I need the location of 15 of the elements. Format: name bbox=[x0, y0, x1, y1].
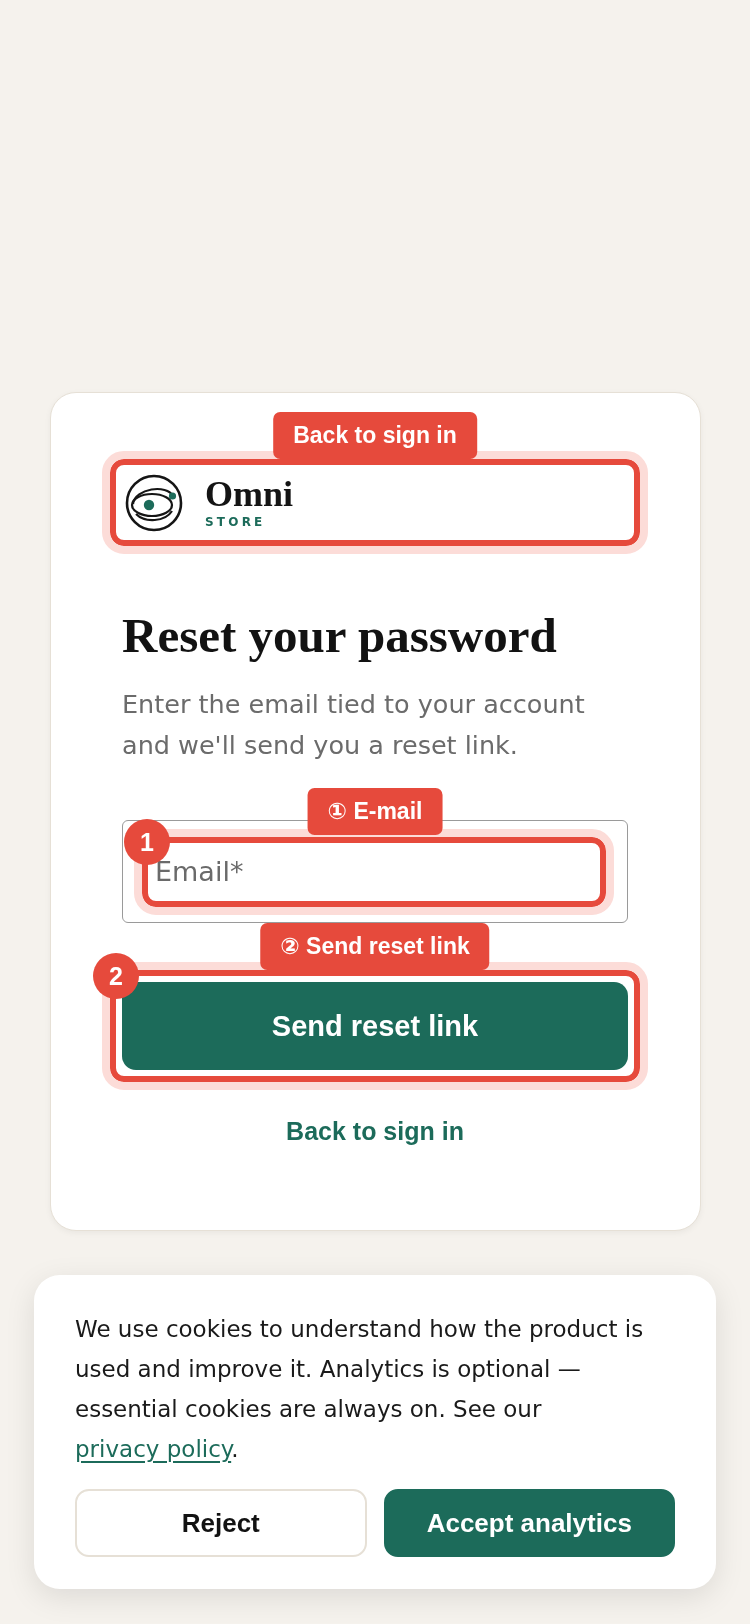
step-badge: 2 bbox=[93, 953, 139, 999]
instruction-text: Enter the email tied to your account and we'll send you a reset link. bbox=[122, 688, 586, 762]
annotation-tag: ① E-mail bbox=[307, 788, 443, 835]
accept-button[interactable]: Accept analytics bbox=[383, 1489, 675, 1557]
privacy-policy-link[interactable]: privacy policy bbox=[75, 1436, 232, 1462]
brand-tagline: STORE bbox=[205, 513, 267, 530]
back-to-sign-in-link[interactable]: Back to sign in bbox=[286, 1114, 464, 1148]
send-reset-link-button[interactable]: Send reset link bbox=[122, 982, 628, 1070]
annotation-tag: Back to sign in bbox=[273, 412, 477, 459]
page-title: Reset your password bbox=[122, 608, 558, 664]
logo-icon bbox=[125, 473, 183, 532]
cookie-notice-text: We use cookies to understand how the product is used and improve it. Analytics is optional — essential cookies are always on. See our privacy policy. bbox=[75, 1315, 645, 1464]
brand-name: Omni bbox=[205, 475, 293, 512]
annotation-tag: ② Send reset link bbox=[260, 923, 490, 970]
reject-button[interactable]: Reject bbox=[75, 1489, 367, 1557]
